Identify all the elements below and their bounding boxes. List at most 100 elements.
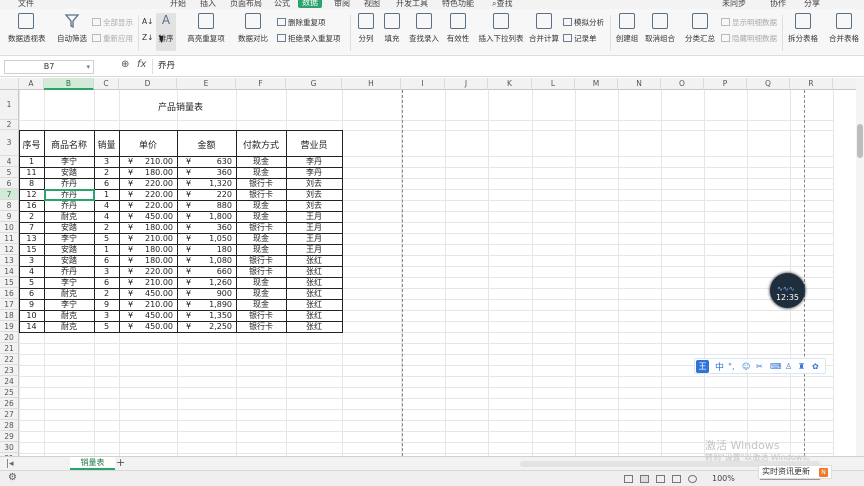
table-cell[interactable]: 1 <box>94 189 119 200</box>
file-menu[interactable]: 文件 <box>18 0 34 9</box>
table-cell[interactable]: 880 <box>177 200 232 211</box>
sort-desc-button[interactable]: Z↓ <box>142 33 153 42</box>
create-group-button[interactable]: 创建组 <box>614 13 640 44</box>
table-cell[interactable]: 安踏 <box>44 255 94 266</box>
table-cell[interactable]: 180 <box>177 244 232 255</box>
table-cell[interactable]: 银行卡 <box>236 189 286 200</box>
table-cell[interactable]: 450.00 <box>119 321 173 332</box>
row-header[interactable]: 7 <box>0 189 19 200</box>
keyboard-icon[interactable]: ⌨ <box>770 362 782 371</box>
tab-developer[interactable]: 开发工具 <box>396 0 428 9</box>
table-header-cell[interactable]: 销量 <box>94 138 119 151</box>
table-cell[interactable]: 张红 <box>286 255 342 266</box>
table-cell[interactable]: 2 <box>94 288 119 299</box>
column-header[interactable]: Q <box>747 78 790 90</box>
column-header[interactable]: B <box>44 78 94 90</box>
ime-logo[interactable]: 王 <box>696 360 709 373</box>
column-header[interactable]: P <box>704 78 747 90</box>
table-cell[interactable]: 银行卡 <box>236 310 286 321</box>
eye-protect-icon[interactable] <box>624 475 633 483</box>
ime-toolbar[interactable]: 王 中 °, ☺ ✂ ⌨ ♙ ♜ ✿ <box>694 358 826 374</box>
column-header[interactable]: I <box>401 78 445 90</box>
table-cell[interactable]: 刘去 <box>286 189 342 200</box>
table-cell[interactable]: 9 <box>94 299 119 310</box>
page-layout-view-icon[interactable] <box>656 475 665 483</box>
row-header[interactable]: 5 <box>0 167 19 178</box>
news-widget[interactable]: 实时资讯更新 N <box>758 465 832 479</box>
column-header[interactable]: K <box>488 78 532 90</box>
row-header[interactable]: 12 <box>0 244 19 255</box>
remove-duplicates-button[interactable]: 删除重复项 <box>277 17 326 28</box>
row-header[interactable]: 17 <box>0 299 19 310</box>
table-cell[interactable]: 220.00 <box>119 266 173 277</box>
table-cell[interactable]: 1 <box>94 244 119 255</box>
column-header[interactable]: A <box>19 78 44 90</box>
table-cell[interactable]: 2 <box>94 222 119 233</box>
table-cell[interactable]: 3 <box>94 310 119 321</box>
table-cell[interactable]: 现金 <box>236 244 286 255</box>
table-cell[interactable]: 220 <box>177 189 232 200</box>
tab-formula[interactable]: 公式 <box>274 0 290 9</box>
tab-special[interactable]: 特色功能 <box>442 0 474 9</box>
autofilter-button[interactable]: 自动筛选 <box>56 13 88 44</box>
table-cell[interactable]: 900 <box>177 288 232 299</box>
data-compare-button[interactable]: 数据对比 <box>233 13 273 44</box>
table-cell[interactable]: 450.00 <box>119 288 173 299</box>
table-cell[interactable]: 李丹 <box>286 156 342 167</box>
table-cell[interactable]: 1,800 <box>177 211 232 222</box>
column-header[interactable]: D <box>119 78 177 90</box>
ungroup-button[interactable]: 取消组合 <box>644 13 676 44</box>
scrollbar-thumb[interactable] <box>857 124 863 158</box>
table-cell[interactable]: 360 <box>177 222 232 233</box>
tab-view[interactable]: 视图 <box>364 0 380 9</box>
table-cell[interactable]: 220.00 <box>119 178 173 189</box>
table-cell[interactable]: 5 <box>19 277 44 288</box>
row-header[interactable]: 19 <box>0 321 19 332</box>
normal-view-icon[interactable] <box>640 475 649 483</box>
table-cell[interactable]: 刘去 <box>286 200 342 211</box>
user-icon[interactable]: ♙ <box>785 362 792 371</box>
table-header-cell[interactable]: 序号 <box>19 138 44 151</box>
nav-first-sheet-icon[interactable]: |◂ <box>6 459 15 469</box>
table-cell[interactable]: 安踏 <box>44 222 94 233</box>
table-cell[interactable]: 王月 <box>286 211 342 222</box>
table-header-cell[interactable]: 商品名称 <box>44 138 94 151</box>
show-all-button[interactable]: 全部显示 <box>92 17 133 28</box>
table-cell[interactable]: 210.00 <box>119 277 173 288</box>
table-cell[interactable]: 2 <box>19 211 44 222</box>
table-cell[interactable]: 乔丹 <box>44 178 94 189</box>
table-cell[interactable]: 刘去 <box>286 178 342 189</box>
zoom-slider[interactable] <box>760 479 820 480</box>
column-header[interactable]: E <box>177 78 236 90</box>
column-header[interactable]: L <box>532 78 575 90</box>
row-header[interactable]: 28 <box>0 420 19 431</box>
table-cell[interactable]: 15 <box>19 244 44 255</box>
table-cell[interactable]: 4 <box>94 200 119 211</box>
table-cell[interactable]: 张红 <box>286 299 342 310</box>
table-cell[interactable]: 180.00 <box>119 244 173 255</box>
reapply-button[interactable]: 重新应用 <box>92 33 133 44</box>
table-cell[interactable]: 李宁 <box>44 233 94 244</box>
table-cell[interactable]: 450.00 <box>119 310 173 321</box>
table-cell[interactable]: 银行卡 <box>236 266 286 277</box>
table-cell[interactable]: 180.00 <box>119 167 173 178</box>
table-cell[interactable]: 630 <box>177 156 232 167</box>
table-cell[interactable]: 10 <box>19 310 44 321</box>
table-cell[interactable]: 4 <box>94 211 119 222</box>
table-cell[interactable]: 210.00 <box>119 156 173 167</box>
table-cell[interactable]: 银行卡 <box>236 255 286 266</box>
row-header[interactable]: 21 <box>0 343 19 354</box>
row-header[interactable]: 8 <box>0 200 19 211</box>
table-cell[interactable]: 360 <box>177 167 232 178</box>
row-header[interactable]: 4 <box>0 156 19 167</box>
row-header[interactable]: 22 <box>0 354 19 365</box>
tab-review[interactable]: 审阅 <box>334 0 350 9</box>
table-cell[interactable]: 银行卡 <box>236 222 286 233</box>
table-cell[interactable]: 耐克 <box>44 321 94 332</box>
table-cell[interactable]: 耐克 <box>44 310 94 321</box>
table-cell[interactable]: 银行卡 <box>236 178 286 189</box>
sync-status[interactable]: 未同步 <box>722 0 746 9</box>
formula-input[interactable]: 乔丹 <box>152 59 864 74</box>
table-cell[interactable]: 180.00 <box>119 222 173 233</box>
table-cell[interactable]: 7 <box>19 222 44 233</box>
